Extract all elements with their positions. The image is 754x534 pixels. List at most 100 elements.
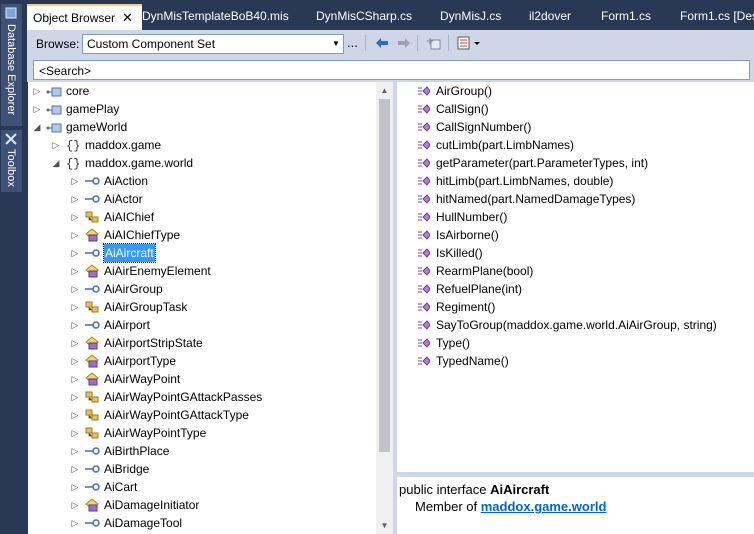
tree-item[interactable]: ▷ AiAirWayPointType	[28, 424, 376, 442]
tree-vertical-scrollbar[interactable]: ▲ ▼	[376, 82, 393, 534]
tree-item[interactable]: ▷ AiCart	[28, 478, 376, 496]
method-icon	[418, 354, 431, 368]
member-label: TypedName()	[436, 354, 509, 368]
tree-item[interactable]: ▷ AiAction	[28, 172, 376, 190]
tab-dynmisj-cs[interactable]: DynMisJ.cs	[440, 4, 501, 28]
search-input[interactable]	[37, 62, 741, 80]
tree-item[interactable]: ▷ AiAirGroupTask	[28, 298, 376, 316]
expand-arrow-icon[interactable]: ▷	[70, 424, 80, 442]
expand-arrow-icon[interactable]: ▷	[51, 136, 61, 154]
namespace-link[interactable]: maddox.game.world	[481, 499, 607, 514]
tree-item[interactable]: ▷ AiActor	[28, 190, 376, 208]
tree-item[interactable]: ▷ AiAirportType	[28, 352, 376, 370]
expand-arrow-icon[interactable]: ▷	[70, 388, 80, 406]
tree-item[interactable]: ▷ AiAircraft	[28, 243, 376, 263]
tree-item[interactable]: ▷ AiBirthPlace	[28, 442, 376, 460]
tree-item[interactable]: ▷ gamePlay	[28, 100, 376, 118]
collapse-arrow-icon[interactable]: ◢	[51, 154, 61, 172]
scroll-up-arrow-icon[interactable]: ▲	[376, 82, 393, 99]
expand-arrow-icon[interactable]: ▷	[32, 100, 42, 118]
tab-form1-cs-design[interactable]: Form1.cs [Des	[680, 4, 754, 28]
expand-arrow-icon[interactable]: ▷	[70, 244, 80, 262]
tree-item[interactable]: ▷ AiAirWayPointGAttackPasses	[28, 388, 376, 406]
tree-item[interactable]: ▷ core	[28, 82, 376, 100]
expand-arrow-icon[interactable]: ▷	[70, 406, 80, 424]
tree-item[interactable]: ▷ AiAirport	[28, 316, 376, 334]
tree-item[interactable]: ▷ AiBridge	[28, 460, 376, 478]
document-tab-bar: Object Browser ✕ DynMisTemplateBoB40.mis…	[24, 0, 754, 30]
tree-item-label: AiAirEnemyElement	[104, 264, 211, 278]
member-label: CallSign()	[436, 102, 489, 116]
back-arrow-icon[interactable]	[375, 37, 389, 55]
tree-item[interactable]: ▷ AiAirWayPointGAttackType	[28, 406, 376, 424]
search-box	[33, 60, 750, 80]
expand-arrow-icon[interactable]: ▷	[70, 280, 80, 298]
expand-arrow-icon[interactable]: ▷	[70, 316, 80, 334]
browse-label: Browse:	[36, 37, 80, 51]
tree-item-label: AiAction	[104, 174, 149, 188]
member-label: CallSignNumber()	[436, 120, 532, 134]
toolbar-separator	[448, 35, 449, 51]
namespace-folder-icon	[46, 120, 62, 134]
tree-item[interactable]: ▷ AiAIChiefType	[28, 226, 376, 244]
method-icon	[418, 102, 431, 116]
members-list: AirGroup() CallSign() CallSignNumber() cutL…	[397, 82, 754, 472]
tree-item[interactable]: ▷ AiAirportStripState	[28, 334, 376, 352]
tree-item[interactable]: ▷ AiAirGroup	[28, 280, 376, 298]
tree-item-label: AiAirWayPointGAttackType	[104, 408, 249, 422]
expand-arrow-icon[interactable]: ▷	[70, 514, 80, 532]
tree-item-label: gamePlay	[66, 102, 120, 116]
tab-il2dover[interactable]: il2dover	[529, 4, 571, 28]
expand-arrow-icon[interactable]: ▷	[70, 370, 80, 388]
expand-arrow-icon[interactable]: ▷	[70, 496, 80, 514]
collapse-arrow-icon[interactable]: ◢	[32, 118, 42, 136]
tab-form1-cs[interactable]: Form1.cs	[601, 4, 651, 28]
expand-arrow-icon[interactable]: ▷	[70, 298, 80, 316]
expand-arrow-icon[interactable]: ▷	[70, 442, 80, 460]
browse-scope-dropdown[interactable]: Custom Component Set ▼	[82, 34, 344, 54]
member-label: RearmPlane(bool)	[436, 264, 534, 278]
tree-item-label: AiAirportType	[104, 354, 177, 368]
tree-item[interactable]: ▷ AiAirEnemyElement	[28, 262, 376, 280]
tree-item[interactable]: ▷ AiDamageTool	[28, 514, 376, 532]
member-label: Type()	[436, 336, 471, 350]
expand-arrow-icon[interactable]: ▷	[70, 334, 80, 352]
tree-item-label: core	[66, 84, 90, 98]
tree-item[interactable]: ▷ {} maddox.game	[28, 136, 376, 154]
class-icon	[84, 426, 100, 440]
forward-arrow-icon[interactable]	[397, 37, 411, 55]
tab-dynmiscsharp-cs[interactable]: DynMisCSharp.cs	[316, 4, 412, 28]
method-icon	[418, 210, 431, 224]
tree-item[interactable]: ▷ AiDamageInitiator	[28, 496, 376, 514]
tree-item-label: maddox.game.world	[85, 156, 194, 170]
tab-dynmistemplatebob40-mis[interactable]: DynMisTemplateBoB40.mis	[142, 4, 289, 28]
expand-arrow-icon[interactable]: ▷	[70, 190, 80, 208]
tree-item-label: AiAirWayPointType	[104, 426, 207, 440]
tree-item[interactable]: ▷ AiAIChief	[28, 208, 376, 226]
tab-object-browser-label: Object Browser	[33, 11, 116, 25]
database-explorer-tab[interactable]: Database Explorer	[1, 4, 22, 126]
object-browser-toolbar: Browse: Custom Component Set ▼ ...	[27, 30, 754, 58]
expand-arrow-icon[interactable]: ▷	[70, 352, 80, 370]
tab-object-browser[interactable]: Object Browser ✕	[27, 4, 142, 30]
close-tab-icon[interactable]: ✕	[122, 6, 133, 30]
tree-item[interactable]: ◢ gameWorld	[28, 118, 376, 136]
expand-arrow-icon[interactable]: ▷	[70, 460, 80, 478]
expand-arrow-icon[interactable]: ▷	[70, 226, 80, 244]
add-to-references-icon[interactable]	[426, 36, 442, 54]
expand-arrow-icon[interactable]: ▷	[70, 478, 80, 496]
toolbox-tab[interactable]: Toolbox	[1, 130, 22, 192]
expand-arrow-icon[interactable]: ▷	[70, 208, 80, 226]
tree-item[interactable]: ▷ AiAirWayPoint	[28, 370, 376, 388]
tree-item[interactable]: ◢ {} maddox.game.world	[28, 154, 376, 172]
expand-arrow-icon[interactable]: ▷	[32, 82, 42, 100]
expand-arrow-icon[interactable]: ▷	[70, 172, 80, 190]
interface-icon	[84, 318, 100, 332]
edit-custom-component-set-button[interactable]: ...	[347, 34, 358, 52]
class-icon	[84, 210, 100, 224]
member-of-label: Member of	[415, 499, 481, 514]
expand-arrow-icon[interactable]: ▷	[70, 262, 80, 280]
scrollbar-thumb[interactable]	[379, 99, 390, 452]
scroll-down-arrow-icon[interactable]: ▼	[376, 517, 393, 534]
object-browser-settings-icon[interactable]	[457, 36, 481, 54]
